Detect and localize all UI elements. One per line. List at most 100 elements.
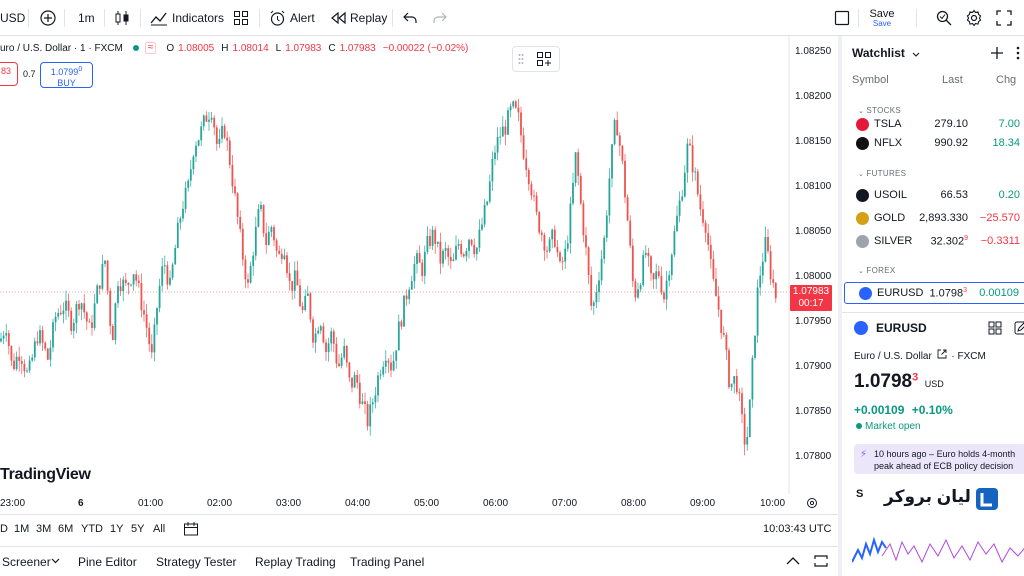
compare-button[interactable] <box>39 0 57 36</box>
range-button-6m[interactable]: 6M <box>58 523 73 535</box>
undo-button[interactable] <box>403 0 417 36</box>
detail-currency: USD <box>924 379 944 389</box>
candle-body <box>455 245 457 260</box>
watchlist-row-nflx[interactable]: NFLX 990.92 18.34 <box>842 133 1024 155</box>
buy-label: BUY <box>57 78 76 88</box>
grid-icon[interactable] <box>988 321 1002 335</box>
watchlist-row-usoil[interactable]: USOIL 66.53 0.20 <box>842 185 1024 207</box>
range-button-1m[interactable]: 1M <box>14 523 29 535</box>
detail-price: 1.0798 <box>854 371 913 392</box>
chevron-down-icon[interactable] <box>51 558 60 564</box>
templates-button[interactable] <box>233 0 249 36</box>
group-forex[interactable]: ⌄ FOREX <box>858 266 895 275</box>
indicators-button[interactable]: Indicators <box>150 0 224 36</box>
candle-body <box>174 247 177 265</box>
fullscreen-button[interactable] <box>996 0 1012 36</box>
watchlist-row-eurusd[interactable]: EURUSD 1.07983 0.00109 <box>844 282 1024 304</box>
current-price-badge: 1.07983 00:17 <box>790 285 832 311</box>
price-axis-label: 1.08200 <box>795 91 832 102</box>
toolbar-divider <box>28 9 29 27</box>
col-symbol[interactable]: Symbol <box>852 74 889 86</box>
tab-screener[interactable]: Screener <box>2 555 51 569</box>
candle-body <box>41 330 44 343</box>
watchlist-chg: 0.00109 <box>979 287 1019 299</box>
candle-body <box>379 374 382 376</box>
interval-button[interactable]: 1m <box>78 0 95 36</box>
layout-button[interactable] <box>834 0 850 36</box>
range-button-5y[interactable]: 5Y <box>131 523 144 535</box>
range-button-3m[interactable]: 3M <box>36 523 51 535</box>
news-card[interactable]: ⚡ 10 hours ago – Euro holds 4-month peak… <box>854 444 1024 474</box>
col-last[interactable]: Last <box>942 74 963 86</box>
add-object-icon[interactable] <box>529 51 559 67</box>
range-button-d[interactable]: D <box>0 523 8 535</box>
range-button-1y[interactable]: 1Y <box>110 523 123 535</box>
candle-body <box>405 295 408 300</box>
chart-pane[interactable]: uro / U.S. Dollar · 1 · FXCM ≈ O 1.08005 … <box>0 36 838 514</box>
watchlist-last: 990.92 <box>934 137 968 149</box>
candle-body <box>704 222 707 233</box>
range-button-ytd[interactable]: YTD <box>81 523 103 535</box>
candle-body <box>621 145 624 161</box>
candle-body <box>496 136 499 153</box>
calendar-icon[interactable] <box>183 521 199 537</box>
ad-banner[interactable]: S لیان بروکر <box>852 476 1024 576</box>
quick-search-button[interactable] <box>935 0 953 36</box>
settings-button[interactable] <box>965 0 983 36</box>
candle-body <box>566 243 569 249</box>
chevron-up-icon[interactable] <box>786 556 800 565</box>
group-futures[interactable]: ⌄ FUTURES <box>858 169 906 178</box>
candle-body <box>93 303 96 328</box>
add-symbol-icon[interactable] <box>990 46 1004 60</box>
drag-handle-icon[interactable] <box>513 53 529 65</box>
range-button-all[interactable]: All <box>153 523 165 535</box>
range-bar: D 1M 3M 6M YTD 1Y 5Y All 10:03:43 UTC <box>0 514 838 544</box>
candle-body <box>733 376 736 384</box>
candle-body <box>421 262 424 276</box>
candle-body <box>582 203 585 236</box>
candle-body <box>208 119 210 122</box>
save-button[interactable]: Save Save <box>868 0 896 36</box>
candle-body <box>592 302 595 306</box>
candle-body <box>418 253 421 263</box>
candle-body <box>85 312 88 322</box>
detail-change-row: +0.00109 +0.10% <box>854 403 953 417</box>
external-link-icon[interactable] <box>937 349 947 359</box>
candle-body <box>257 209 260 227</box>
candle-body <box>488 181 491 202</box>
price-chart[interactable] <box>0 36 838 514</box>
tab-pine-editor[interactable]: Pine Editor <box>78 555 137 569</box>
watchlist-row-gold[interactable]: GOLD 2,893.330 −25.570 <box>842 208 1024 230</box>
buy-button[interactable]: 1.07990 BUY <box>40 62 93 88</box>
tab-replay-trading[interactable]: Replay Trading <box>255 555 336 569</box>
more-options-icon[interactable] <box>1016 46 1020 60</box>
watchlist-title-button[interactable]: Watchlist <box>852 46 920 60</box>
edit-icon[interactable] <box>1014 321 1024 335</box>
candle-body <box>691 145 694 173</box>
symbol-search-button[interactable]: USD <box>0 0 25 36</box>
sell-button[interactable]: 83 <box>0 62 18 86</box>
tab-trading-panel[interactable]: Trading Panel <box>350 555 424 569</box>
watchlist-row-silver[interactable]: SILVER 32.3029 −0.3311 <box>842 231 1024 253</box>
candle-body <box>150 344 153 353</box>
detail-description: Euro / U.S. Dollar · FXCM <box>854 349 986 362</box>
maximize-panel-icon[interactable] <box>814 555 828 567</box>
utc-clock[interactable]: 10:03:43 UTC <box>763 523 831 535</box>
replay-button[interactable]: Replay <box>330 0 387 36</box>
watchlist-symbol: TSLA <box>874 118 902 130</box>
chart-settings-button[interactable] <box>806 496 818 514</box>
candle-body <box>556 246 559 253</box>
candle-body <box>156 308 158 325</box>
candle-body <box>46 348 49 360</box>
chart-type-button[interactable] <box>114 0 130 36</box>
candle-body <box>197 140 200 146</box>
ad-letter: S <box>856 488 864 500</box>
candle-body <box>540 232 543 235</box>
redo-button[interactable] <box>433 0 447 36</box>
legend-change: −0.00022 (−0.02%) <box>382 42 469 54</box>
col-chg[interactable]: Chg <box>996 74 1016 86</box>
candle-body <box>551 229 554 240</box>
detail-symbol[interactable]: EURUSD <box>876 321 927 335</box>
alert-button[interactable]: Alert <box>269 0 315 36</box>
tab-strategy-tester[interactable]: Strategy Tester <box>156 555 236 569</box>
